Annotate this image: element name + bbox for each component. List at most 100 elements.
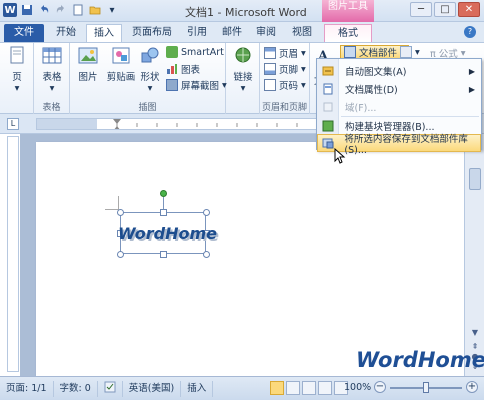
chart-button[interactable]: 图表 bbox=[166, 62, 200, 76]
links-button[interactable]: 链接 ▾ bbox=[228, 45, 258, 94]
vertical-ruler[interactable] bbox=[7, 136, 19, 372]
resize-handle-n[interactable] bbox=[160, 209, 167, 216]
maximize-button[interactable]: □ bbox=[434, 2, 456, 17]
proofing-icon[interactable] bbox=[98, 380, 123, 397]
footer-icon bbox=[264, 63, 276, 75]
tab-file[interactable]: 文件 bbox=[4, 24, 44, 42]
full-screen-reading-view-icon[interactable] bbox=[286, 381, 300, 395]
tab-view[interactable]: 视图 bbox=[286, 24, 318, 42]
quick-parts-button[interactable]: 文档部件▾ bbox=[340, 45, 409, 59]
footer-button[interactable]: 页脚 ▾ bbox=[264, 62, 306, 76]
status-word-count[interactable]: 字数: 0 bbox=[54, 380, 98, 397]
zoom-out-button[interactable]: − bbox=[374, 381, 386, 393]
menu-item-label: 将所选内容保存到文档部件库(S)... bbox=[344, 133, 468, 156]
redo-icon[interactable] bbox=[54, 3, 68, 17]
header-dropdown-icon: ▾ bbox=[301, 47, 306, 59]
ribbon-tabs: 文件 开始 插入 页面布局 引用 邮件 审阅 视图 格式 ? bbox=[0, 22, 484, 42]
close-button[interactable]: ✕ bbox=[458, 2, 480, 17]
shapes-button[interactable]: 形状 ▾ bbox=[136, 45, 164, 94]
smartart-label: SmartArt bbox=[181, 46, 224, 58]
chart-label: 图表 bbox=[181, 65, 201, 76]
status-insert-mode[interactable]: 插入 bbox=[181, 380, 214, 397]
header-icon bbox=[264, 47, 276, 59]
scroll-down-icon[interactable]: ▼ bbox=[468, 328, 482, 340]
tab-home[interactable]: 开始 bbox=[48, 24, 84, 42]
group-label-table: 表格 bbox=[42, 103, 61, 113]
document-page[interactable] bbox=[36, 142, 464, 376]
tab-format[interactable]: 格式 bbox=[324, 24, 372, 42]
shapes-icon bbox=[139, 45, 161, 67]
screenshot-button[interactable]: 屏幕截图 ▾ bbox=[166, 78, 227, 92]
outline-view-icon[interactable] bbox=[318, 381, 332, 395]
group-header-footer: 页眉 ▾ 页脚 ▾ 页码 ▾ 页眉和页脚 bbox=[260, 43, 310, 115]
menu-item-document-property[interactable]: 文档属性(D) ▶ bbox=[317, 80, 481, 98]
help-icon[interactable]: ? bbox=[464, 26, 476, 38]
clipart-button[interactable]: 剪贴画 bbox=[104, 45, 138, 83]
header-button[interactable]: 页眉 ▾ bbox=[264, 46, 306, 60]
status-bar: 页面: 1/1 字数: 0 英语(美国) 插入 100% − + bbox=[0, 376, 484, 400]
resize-handle-sw[interactable] bbox=[117, 251, 124, 258]
resize-handle-ne[interactable] bbox=[203, 209, 210, 216]
table-icon bbox=[41, 45, 63, 67]
status-language[interactable]: 英语(美国) bbox=[123, 380, 182, 397]
tab-references[interactable]: 引用 bbox=[180, 24, 214, 42]
menu-item-label: 自动图文集(A) bbox=[345, 67, 407, 78]
quick-parts-icon bbox=[344, 46, 356, 58]
building-blocks-icon bbox=[317, 120, 339, 132]
footer-dropdown-icon: ▾ bbox=[301, 63, 306, 75]
scroll-thumb[interactable] bbox=[469, 168, 481, 190]
undo-icon[interactable] bbox=[37, 3, 51, 17]
quick-access-toolbar: W ▾ bbox=[3, 3, 119, 17]
smartart-button[interactable]: SmartArt bbox=[166, 46, 224, 58]
menu-item-label: 文档属性(D) bbox=[345, 85, 398, 96]
customize-icon[interactable]: ▾ bbox=[105, 3, 119, 17]
field-icon bbox=[317, 101, 339, 113]
wordart-text[interactable]: WordHome bbox=[118, 224, 217, 243]
pages-button[interactable]: 页 ▾ bbox=[2, 45, 32, 94]
text-boundary-mark bbox=[105, 196, 119, 210]
save-icon[interactable] bbox=[20, 3, 34, 17]
group-label-illustrations: 插图 bbox=[138, 103, 157, 113]
vertical-scrollbar[interactable]: ▲ ▼ ⇞ ● ⇟ bbox=[464, 134, 484, 376]
tab-mailings[interactable]: 邮件 bbox=[216, 24, 248, 42]
equation-dropdown-icon: ▾ bbox=[460, 47, 466, 59]
resize-handle-se[interactable] bbox=[203, 251, 210, 258]
rotation-handle[interactable] bbox=[160, 190, 167, 197]
footer-label: 页脚 bbox=[279, 65, 299, 76]
page-number-label: 页码 bbox=[279, 81, 299, 92]
signature-line-button[interactable]: ▾ bbox=[400, 46, 420, 58]
menu-item-field[interactable]: 域(F)... bbox=[317, 98, 481, 116]
minimize-button[interactable]: ─ bbox=[410, 2, 432, 17]
picture-button[interactable]: 图片 bbox=[74, 45, 102, 83]
tab-selector-icon[interactable]: L bbox=[7, 118, 19, 130]
open-folder-icon[interactable] bbox=[88, 3, 102, 17]
menu-item-label: 域(F)... bbox=[345, 103, 377, 114]
menu-item-autotext[interactable]: 自动图文集(A) ▶ bbox=[317, 62, 481, 80]
group-table: 表格 ▾ 表格 bbox=[34, 43, 70, 115]
zoom-level[interactable]: 100% bbox=[344, 382, 371, 393]
zoom-slider-thumb[interactable] bbox=[423, 382, 429, 393]
group-links: 链接 ▾ bbox=[226, 43, 260, 115]
web-layout-view-icon[interactable] bbox=[302, 381, 316, 395]
resize-handle-nw[interactable] bbox=[117, 209, 124, 216]
table-dropdown-icon: ▾ bbox=[49, 83, 55, 94]
zoom-in-button[interactable]: + bbox=[466, 381, 478, 393]
table-button[interactable]: 表格 ▾ bbox=[37, 45, 67, 94]
status-page[interactable]: 页面: 1/1 bbox=[0, 380, 54, 397]
document-property-icon bbox=[317, 83, 339, 95]
chart-icon bbox=[166, 63, 178, 75]
clipart-icon bbox=[110, 45, 132, 67]
clipart-label: 剪贴画 bbox=[106, 72, 136, 83]
print-layout-view-icon[interactable] bbox=[270, 381, 284, 395]
resize-handle-s[interactable] bbox=[160, 251, 167, 258]
screenshot-label: 屏幕截图 bbox=[181, 81, 220, 92]
links-label: 链接 bbox=[233, 72, 253, 83]
new-doc-icon[interactable] bbox=[71, 3, 85, 17]
picture-icon bbox=[77, 45, 99, 67]
tab-insert[interactable]: 插入 bbox=[86, 24, 122, 42]
tab-page-layout[interactable]: 页面布局 bbox=[126, 24, 178, 42]
word-logo-icon[interactable]: W bbox=[3, 3, 17, 17]
tab-review[interactable]: 审阅 bbox=[250, 24, 282, 42]
page-number-button[interactable]: 页码 ▾ bbox=[264, 78, 306, 92]
group-label-header-footer: 页眉和页脚 bbox=[261, 103, 307, 113]
